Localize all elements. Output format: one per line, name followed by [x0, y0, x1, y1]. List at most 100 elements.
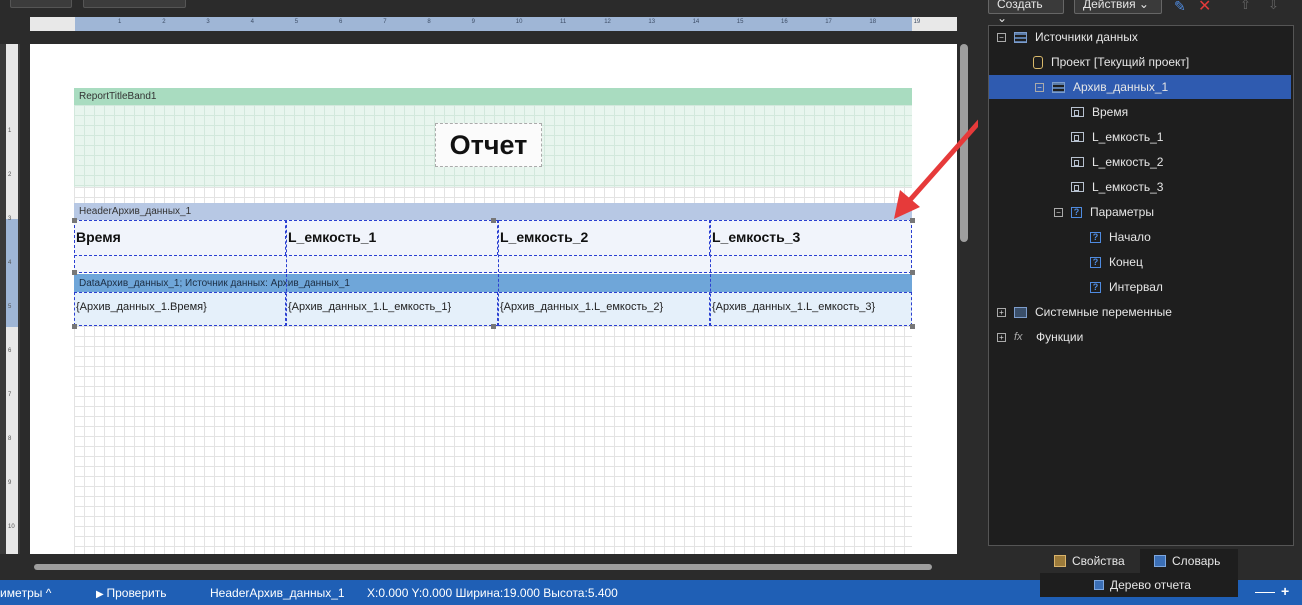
data-cell-capacity-3[interactable]: {Архив_данных_1.L_емкость_3} [710, 292, 912, 326]
ruler-tick-label: 4 [8, 260, 12, 266]
tree-node[interactable]: ? Интервал [989, 275, 1289, 299]
ruler-tick-label: 6 [8, 348, 12, 354]
tab-properties[interactable]: Свойства [1040, 549, 1138, 573]
ruler-tick-label: 4 [250, 19, 254, 25]
expand-icon[interactable]: + [997, 332, 1006, 342]
ruler-tick-label: 8 [8, 436, 12, 442]
tab-dictionary[interactable]: Словарь [1140, 549, 1238, 573]
ruler-tick-label: 6 [339, 19, 343, 25]
parameter-icon: ? [1090, 281, 1101, 293]
tab-report-tree[interactable]: Дерево отчета [1040, 573, 1238, 597]
selection-handle[interactable] [72, 218, 77, 223]
ruler-tick-label: 10 [515, 19, 523, 25]
tree-node-label: Конец [1109, 255, 1143, 269]
ruler-tick-label: 9 [471, 19, 475, 25]
ruler-tick-label: 3 [8, 216, 12, 222]
tree-node[interactable]: + fx Функции [989, 325, 1289, 349]
selection-handle[interactable] [491, 324, 496, 329]
check-button[interactable]: ▶ Проверить [96, 586, 166, 600]
tree-node[interactable]: ? Начало [989, 225, 1289, 249]
ruler-tick-label: 9 [8, 480, 12, 486]
zoom-in-icon[interactable]: + [1281, 583, 1289, 599]
toolbar-button-1[interactable] [10, 0, 72, 8]
ruler-tick-label: 13 [648, 19, 656, 25]
table-icon [1052, 81, 1065, 93]
selection-handle[interactable] [910, 324, 915, 329]
parameter-icon: ? [1090, 256, 1101, 268]
tree-node[interactable]: Проект [Текущий проект] [989, 50, 1289, 74]
tree-node-label: Системные переменные [1035, 305, 1172, 319]
ruler-tick-label: 11 [560, 19, 567, 25]
create-dropdown-button[interactable]: Создать ⌄ [988, 0, 1064, 25]
page-gap [74, 187, 912, 203]
ruler-selection [6, 219, 18, 327]
status-coordinates: X:0.000 Y:0.000 Ширина:19.000 Высота:5.4… [367, 586, 618, 600]
report-title-band-caption[interactable]: ReportTitleBand1 [74, 88, 912, 105]
delete-icon[interactable]: ✕ [1198, 0, 1211, 16]
report-tree-icon [1094, 580, 1104, 590]
selection-handle[interactable] [910, 270, 915, 275]
tree-node[interactable]: − Источники данных [989, 25, 1289, 49]
ruler-tick-label: 12 [604, 19, 611, 25]
tree-node[interactable]: + Системные переменные [989, 300, 1289, 324]
report-designer-window: 1 2 3 4 5 6 7 8 9 10 11 12 13 14 15 16 17 18 19 1234567891… [0, 0, 1302, 605]
move-up-icon[interactable]: ⇧ [1240, 0, 1251, 13]
edit-pencil-icon[interactable]: ✎ [1174, 0, 1186, 15]
data-cell-capacity-2[interactable]: {Архив_данных_1.L_емкость_2} [498, 292, 710, 326]
header-cell-time[interactable]: Время [74, 220, 286, 255]
header-cell-capacity-2[interactable]: L_емкость_2 [498, 220, 710, 255]
header-cell-capacity-1[interactable]: L_емкость_1 [286, 220, 498, 255]
move-down-icon[interactable]: ⇩ [1268, 0, 1279, 13]
panel-tabs: Свойства Словарь [1040, 549, 1238, 573]
ruler-tick-label: 5 [294, 19, 299, 25]
ruler-tick-label: 18 [869, 19, 877, 25]
tree-node-label: Интервал [1109, 280, 1163, 294]
canvas-vertical-scrollbar[interactable] [960, 44, 968, 242]
selection-handle[interactable] [72, 324, 77, 329]
tree-node-label: Параметры [1090, 205, 1154, 219]
tree-node[interactable]: L_емкость_3 [989, 175, 1289, 199]
database-icon [1033, 55, 1043, 69]
properties-icon [1054, 555, 1066, 567]
tree-node[interactable]: L_емкость_2 [989, 150, 1289, 174]
selection-handle[interactable] [491, 218, 496, 223]
tree-node-label: Время [1092, 105, 1129, 119]
parameter-icon: ? [1090, 231, 1101, 243]
data-cell-capacity-1[interactable]: {Архив_данных_1.L_емкость_1} [286, 292, 498, 326]
collapse-icon[interactable]: − [997, 32, 1006, 42]
collapse-icon[interactable]: − [1054, 207, 1063, 217]
tree-node[interactable]: L_емкость_1 [989, 125, 1289, 149]
tree-node[interactable]: Время [989, 100, 1289, 124]
selection-handle[interactable] [910, 218, 915, 223]
ruler-tick-label: 1 [118, 19, 122, 25]
header-cell-capacity-3[interactable]: L_емкость_3 [710, 220, 912, 255]
expand-icon[interactable]: + [997, 307, 1006, 317]
canvas-horizontal-scrollbar[interactable] [34, 564, 932, 570]
actions-dropdown-button[interactable]: Действия ⌄ [1074, 0, 1162, 14]
collapse-icon[interactable]: − [1035, 82, 1044, 92]
tree-node-label: Архив_данных_1 [1073, 80, 1169, 94]
ruler-tick-label: 8 [427, 19, 431, 25]
horizontal-ruler: 1 2 3 4 5 6 7 8 9 10 11 12 13 14 15 16 17 18 19 [30, 17, 957, 31]
parameters-button[interactable]: имeтры ^ [0, 586, 51, 600]
page-empty-area[interactable] [74, 326, 912, 554]
field-icon [1071, 157, 1084, 167]
top-toolbar [0, 0, 975, 17]
data-band-caption[interactable]: DataАрхив_данных_1; Источник данных: Арх… [74, 274, 912, 292]
toolbar-button-2[interactable] [83, 0, 186, 8]
zoom-slider[interactable] [1255, 592, 1275, 593]
ruler-tick-label: 19 [913, 19, 921, 25]
tree-node[interactable]: − Архив_данных_1 [989, 75, 1291, 99]
tree-node[interactable]: ? Конец [989, 250, 1289, 274]
ruler-tick-label: 7 [383, 19, 387, 25]
tree-node-label: Источники данных [1035, 30, 1138, 44]
ruler-tick-label: 1 [8, 128, 12, 134]
ruler-tick-label: 14 [692, 19, 700, 25]
ruler-tick-label: 15 [736, 19, 744, 25]
tree-node[interactable]: −? Параметры [989, 200, 1289, 224]
report-title-text[interactable]: Отчет [435, 123, 542, 167]
data-cell-time[interactable]: {Архив_данных_1.Время} [74, 292, 286, 326]
chevron-down-icon: ⌄ [997, 11, 1008, 25]
selection-handle[interactable] [72, 270, 77, 275]
status-component-name: HeaderАрхив_данных_1 [210, 586, 345, 600]
